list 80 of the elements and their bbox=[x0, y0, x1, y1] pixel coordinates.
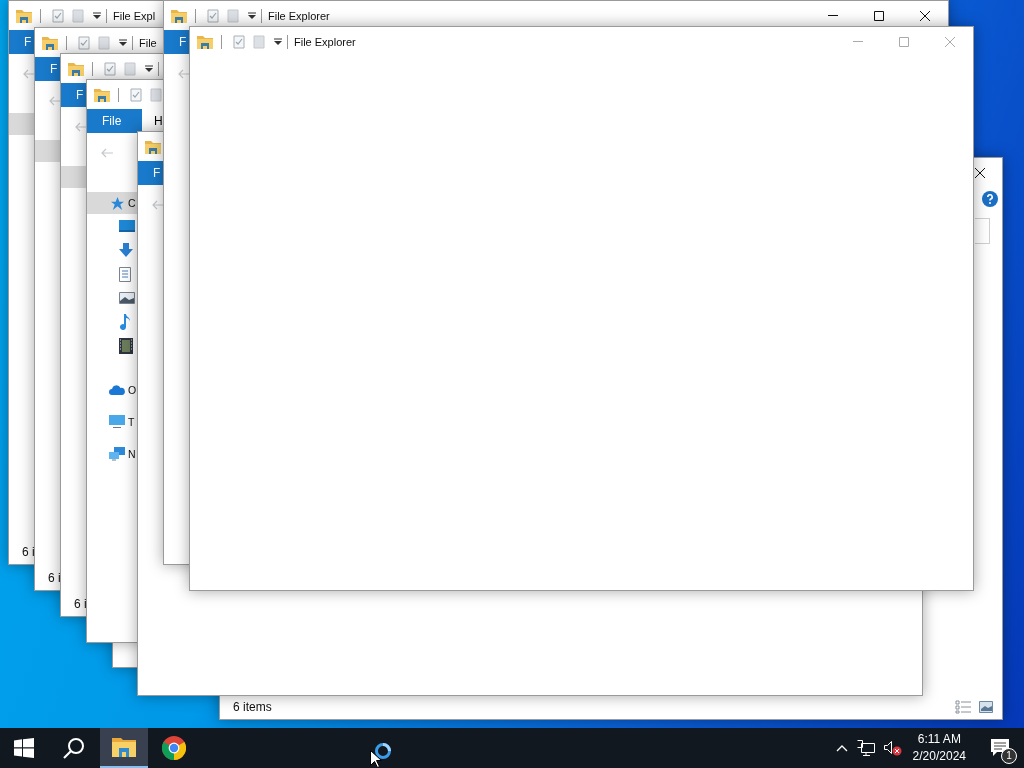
back-arrow-icon[interactable] bbox=[178, 69, 190, 79]
chevron-up-icon[interactable] bbox=[835, 744, 848, 752]
star-icon bbox=[111, 196, 124, 210]
notification-count: 1 bbox=[1001, 748, 1017, 764]
properties-icon[interactable] bbox=[78, 35, 90, 50]
film-icon bbox=[119, 338, 133, 354]
folder-icon[interactable] bbox=[42, 35, 58, 50]
network-icon bbox=[109, 447, 125, 461]
properties-icon[interactable] bbox=[233, 34, 245, 49]
dropdown-icon[interactable] bbox=[93, 11, 101, 20]
properties-icon[interactable] bbox=[207, 8, 219, 23]
new-folder-icon[interactable] bbox=[124, 61, 136, 76]
close-icon bbox=[945, 36, 955, 47]
close-icon bbox=[920, 10, 930, 21]
notifications-button[interactable]: 1 bbox=[976, 728, 1024, 768]
search-icon bbox=[63, 737, 85, 759]
thumbnails-view-icon[interactable] bbox=[979, 701, 993, 713]
properties-icon[interactable] bbox=[104, 61, 116, 76]
folder-icon bbox=[112, 737, 136, 757]
document-icon bbox=[119, 266, 131, 282]
taskbar-app-button[interactable] bbox=[100, 728, 148, 768]
window-title: File Expl bbox=[113, 9, 156, 22]
file-tab[interactable]: F bbox=[164, 30, 190, 54]
computer-icon bbox=[109, 415, 125, 429]
ribbon-tab[interactable]: H bbox=[142, 109, 163, 133]
windows-logo-icon bbox=[14, 738, 34, 758]
file-tab[interactable]: File bbox=[87, 109, 142, 133]
maximize-icon bbox=[874, 10, 884, 21]
clock-date[interactable]: 2/20/2024 bbox=[912, 748, 966, 765]
dropdown-icon[interactable] bbox=[274, 37, 282, 46]
details-view-icon[interactable] bbox=[955, 700, 971, 714]
back-arrow-icon[interactable] bbox=[23, 69, 35, 79]
clock-time[interactable]: 6:11 AM bbox=[917, 731, 961, 748]
browser-icon bbox=[162, 736, 186, 760]
down-arrow-icon bbox=[119, 243, 133, 257]
new-folder-icon[interactable] bbox=[98, 35, 110, 50]
folder-icon[interactable] bbox=[197, 34, 213, 49]
cloud-icon bbox=[109, 385, 125, 395]
dropdown-icon[interactable] bbox=[248, 11, 256, 20]
dropdown-icon[interactable] bbox=[145, 64, 153, 73]
back-arrow-icon[interactable] bbox=[49, 96, 61, 106]
image-icon bbox=[119, 292, 135, 304]
file-tab[interactable]: F bbox=[138, 161, 164, 185]
minimize-icon bbox=[828, 15, 838, 16]
status-text: 6 i bbox=[74, 597, 87, 611]
folder-icon[interactable] bbox=[94, 87, 110, 102]
folder-icon[interactable] bbox=[16, 8, 32, 23]
file-tab[interactable]: F bbox=[61, 83, 87, 107]
status-text: 6 i bbox=[48, 571, 61, 585]
maximize-icon bbox=[899, 36, 909, 47]
back-arrow-icon[interactable] bbox=[75, 122, 87, 132]
folder-icon[interactable] bbox=[145, 139, 161, 154]
properties-icon[interactable] bbox=[52, 8, 64, 23]
nav-item[interactable]: O bbox=[87, 374, 137, 406]
status-text: 6 i bbox=[22, 545, 35, 559]
nav-item[interactable]: T bbox=[87, 406, 137, 438]
dropdown-icon[interactable] bbox=[119, 38, 127, 47]
minimize-icon bbox=[853, 41, 863, 42]
music-note-icon bbox=[119, 314, 131, 330]
status-text: 6 items bbox=[233, 700, 272, 714]
search-field[interactable] bbox=[975, 218, 990, 244]
nav-item[interactable]: N bbox=[87, 438, 137, 470]
mouse-cursor-icon bbox=[370, 750, 382, 768]
window-title: File bbox=[139, 36, 157, 49]
help-icon[interactable] bbox=[982, 191, 998, 207]
back-arrow-icon[interactable] bbox=[152, 200, 164, 210]
window-title: File Explorer bbox=[294, 35, 356, 48]
nav-item[interactable]: C bbox=[87, 192, 137, 214]
file-tab[interactable]: F bbox=[35, 57, 61, 81]
folder-icon[interactable] bbox=[171, 8, 187, 23]
monitor-icon bbox=[119, 220, 135, 232]
folder-icon[interactable] bbox=[68, 61, 84, 76]
window-title: File Explorer bbox=[268, 9, 330, 22]
new-folder-icon[interactable] bbox=[150, 87, 162, 102]
new-folder-icon[interactable] bbox=[227, 8, 239, 23]
close-icon bbox=[975, 167, 985, 178]
file-tab[interactable]: F bbox=[9, 30, 35, 54]
properties-icon[interactable] bbox=[130, 87, 142, 102]
speaker-muted-icon[interactable] bbox=[883, 740, 902, 756]
network-icon[interactable] bbox=[856, 740, 875, 756]
